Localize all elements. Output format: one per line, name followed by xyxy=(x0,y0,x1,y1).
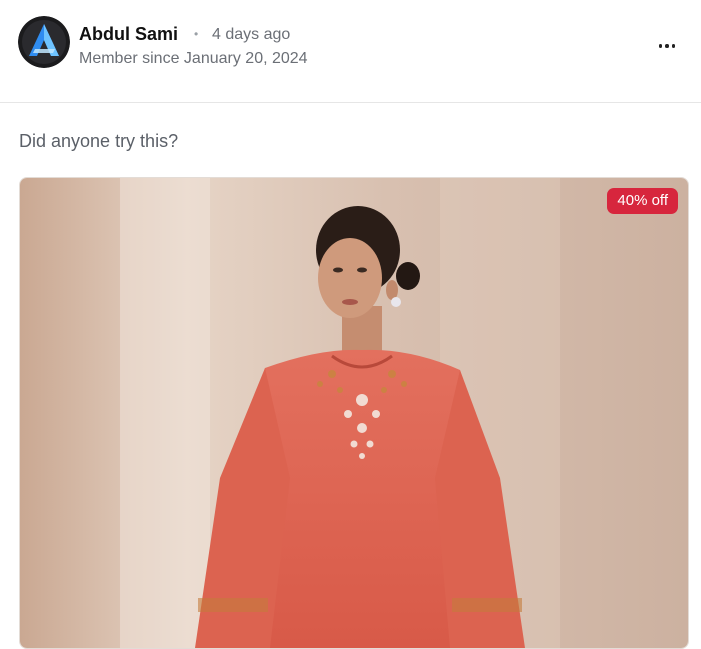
post-header: Abdul Sami • 4 days ago Member since Jan… xyxy=(0,0,701,103)
post-timestamp: 4 days ago xyxy=(212,26,291,43)
brand-logo-a-icon xyxy=(18,16,70,68)
more-options-button[interactable] xyxy=(652,34,682,58)
avatar[interactable] xyxy=(18,16,70,68)
discount-badge: 40% off xyxy=(607,188,678,214)
post-text: Did anyone try this? xyxy=(19,131,179,151)
post-image[interactable]: 40% off xyxy=(19,177,689,649)
more-horizontal-icon xyxy=(658,44,663,48)
author-name[interactable]: Abdul Sami xyxy=(79,24,178,45)
member-since: Member since January 20, 2024 xyxy=(79,50,308,67)
product-photo xyxy=(20,178,688,648)
separator-dot: • xyxy=(194,27,199,41)
